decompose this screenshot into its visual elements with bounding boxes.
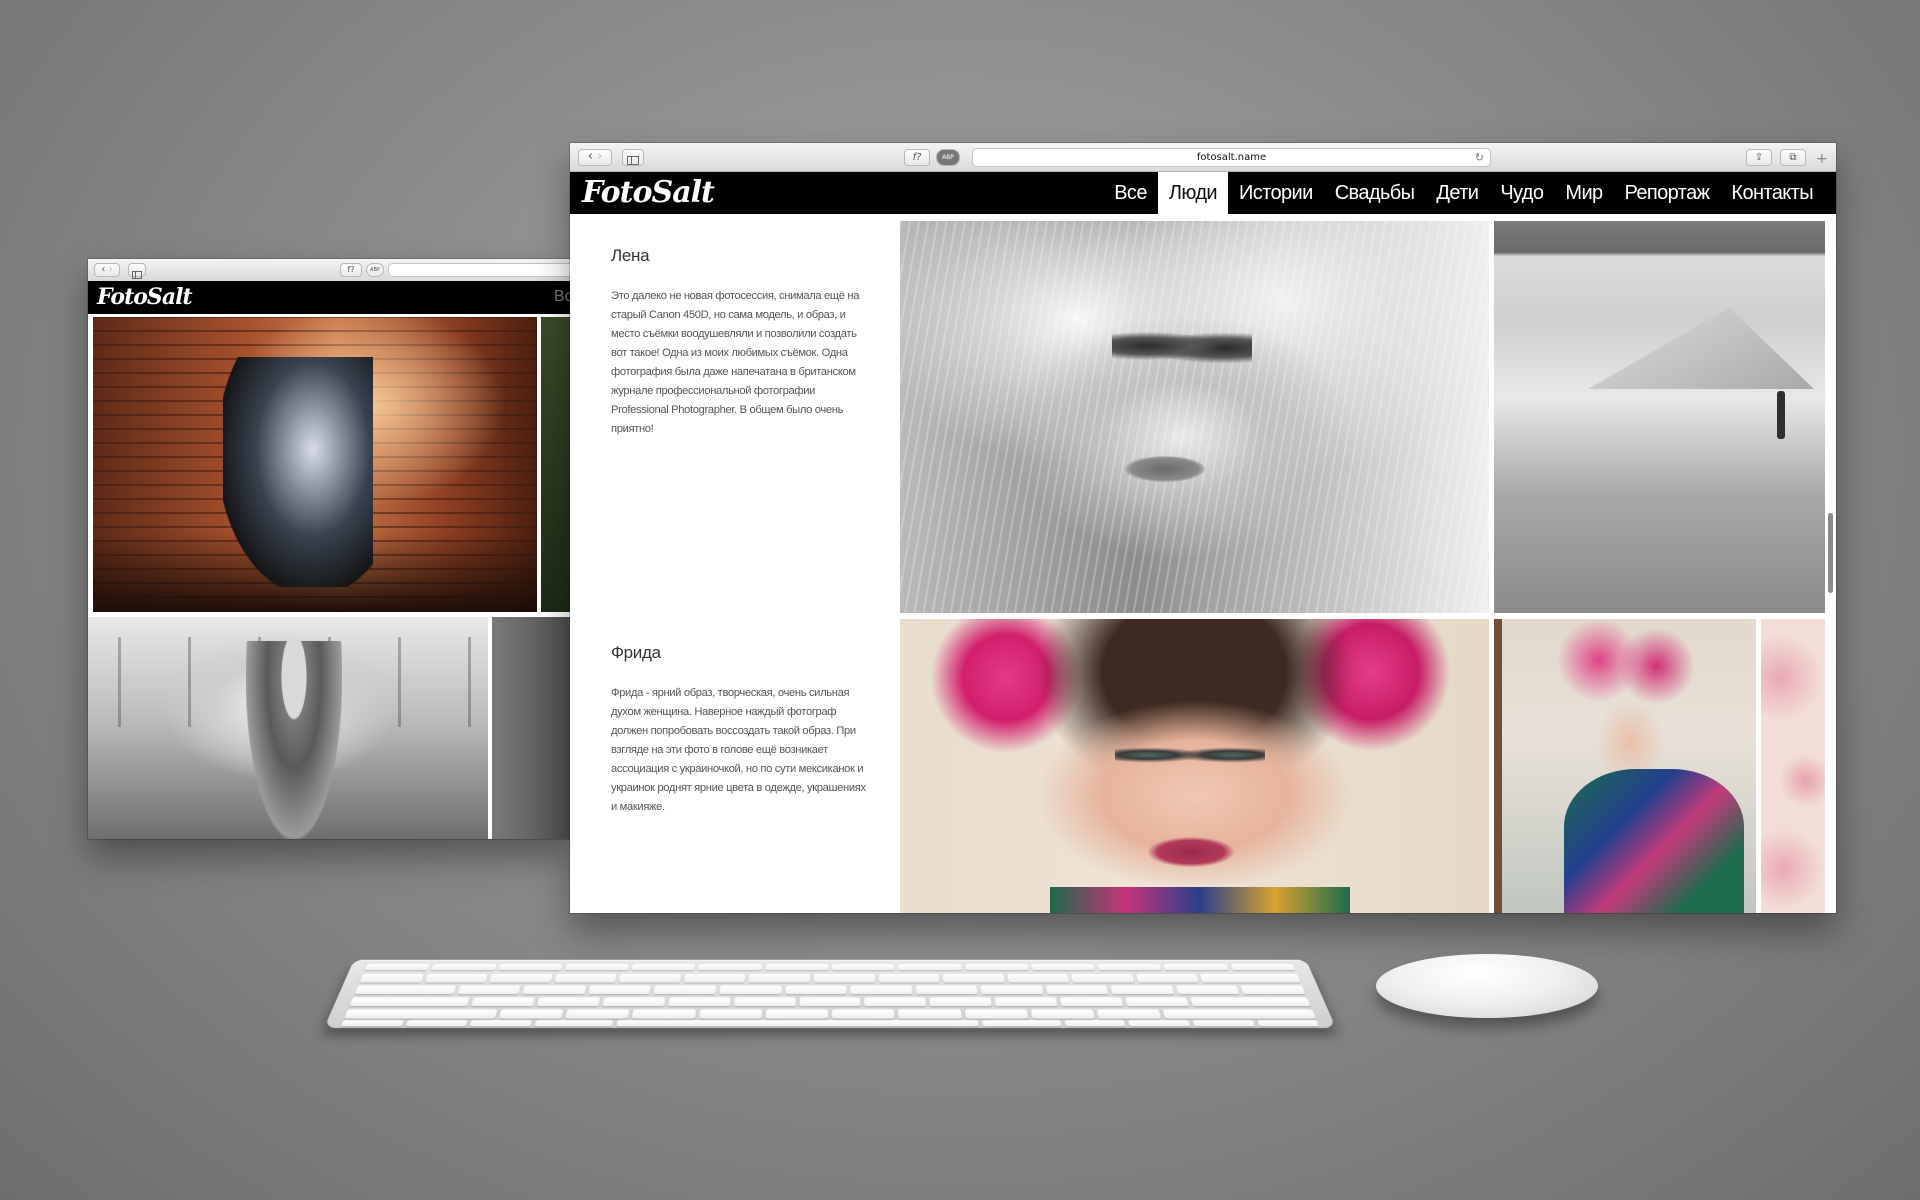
photo-blonde-portrait[interactable] — [900, 221, 1489, 613]
nav-item-1[interactable]: Люди — [1157, 172, 1228, 214]
photo-eyes — [1112, 326, 1252, 366]
story-text-frida: Фрида - ярний образ, творческая, очень с… — [611, 687, 866, 813]
adblock-button[interactable]: ABP — [366, 263, 384, 277]
photo-frida-seated[interactable] — [1494, 619, 1756, 913]
photo-man-bowtie[interactable] — [88, 617, 488, 839]
photo-frida-eyes — [1115, 739, 1265, 771]
keyboard-row — [340, 1020, 1320, 1027]
photo-frida-closeup[interactable] — [900, 619, 1489, 913]
photo-green-partial[interactable] — [541, 317, 570, 612]
photo-lips — [1125, 456, 1205, 482]
nav-item-8[interactable]: Контакты — [1720, 172, 1824, 214]
photo-hair-strands — [900, 221, 1489, 613]
back-forward-buttons[interactable]: ‹ › — [578, 149, 612, 166]
nav-item-0[interactable]: Все — [1103, 172, 1158, 214]
photo-bw-partial[interactable] — [492, 617, 570, 839]
keyboard-row — [359, 973, 1301, 983]
share-button[interactable]: ⇪ — [1746, 149, 1772, 166]
chevron-left-icon[interactable]: ‹ — [588, 149, 593, 164]
nav-item-7[interactable]: Репортаж — [1614, 172, 1721, 214]
adblock-label: ABP — [370, 267, 380, 273]
share-icon: ⇪ — [1754, 152, 1764, 163]
photo-window-frame — [1494, 619, 1502, 913]
story-text-lena: Это далеко не новая фотосессия, снимала … — [611, 290, 860, 435]
photo-frida-shawl — [1050, 887, 1350, 913]
photo-frida-dress — [1564, 769, 1744, 913]
back-site-navbar: FotoSalt Вс — [88, 281, 570, 314]
photo-person — [1777, 391, 1785, 439]
back-address-bar[interactable] — [388, 263, 570, 277]
sidebar-icon — [627, 156, 639, 165]
back-site-logo[interactable]: FotoSalt — [97, 284, 193, 310]
reader-label: f? — [912, 152, 922, 163]
photo-brick-wall-woman[interactable] — [93, 317, 537, 612]
page-scrollbar[interactable] — [1828, 513, 1833, 593]
keyboard-row — [349, 997, 1311, 1007]
nav-item-4[interactable]: Дети — [1425, 172, 1489, 214]
url-text: fotosalt.name — [1196, 152, 1267, 163]
photo-man-figure — [246, 641, 342, 839]
photo-figure — [223, 357, 373, 587]
keyboard-row — [364, 963, 1296, 971]
back-nav-item-partial[interactable]: Вс — [554, 288, 570, 306]
photo-floral-wallpaper[interactable] — [1761, 619, 1825, 913]
back-button[interactable]: ‹ › — [94, 263, 120, 277]
reader-label: f? — [347, 265, 355, 274]
sidebar-icon — [132, 271, 142, 279]
adblock-label: ABP — [942, 154, 954, 161]
new-tab-button[interactable]: + — [1816, 151, 1828, 167]
main-browser-window: ‹ › f? ABP fotosalt.name ↻ ⇪ ⧉ + FotoSal… — [570, 143, 1836, 913]
tabs-button[interactable]: ⧉ — [1780, 149, 1806, 166]
nav-item-5[interactable]: Чудо — [1489, 172, 1554, 214]
sidebar-button[interactable] — [128, 263, 146, 279]
mouse — [1376, 954, 1598, 1018]
keyboard-row — [343, 1009, 1317, 1019]
keyboard — [324, 959, 1336, 1028]
nav-item-3[interactable]: Свадьбы — [1324, 172, 1426, 214]
site-navbar: FotoSalt Все Люди Истории Свадьбы Дети Чудо Ми… — [570, 172, 1836, 214]
story-title-lena: Лена — [611, 246, 650, 265]
keyboard-row — [354, 985, 1306, 995]
chevron-left-icon: ‹ — [101, 264, 106, 275]
chevron-right-icon: › — [108, 264, 113, 275]
sidebar-button[interactable] — [622, 149, 644, 166]
site-logo[interactable]: FotoSalt — [582, 175, 715, 210]
reader-button[interactable]: f? — [904, 149, 930, 166]
browser-toolbar: ‹ › f? ABP fotosalt.name ↻ ⇪ ⧉ + — [570, 143, 1836, 172]
address-bar[interactable]: fotosalt.name ↻ — [972, 148, 1491, 167]
adblock-button[interactable]: ABP — [936, 149, 960, 166]
photo-gravel-pile — [1574, 269, 1814, 389]
reload-icon[interactable]: ↻ — [1475, 149, 1484, 166]
photo-frida-lips — [1148, 837, 1234, 867]
photo-gravel-landscape[interactable] — [1494, 221, 1825, 613]
nav-item-2[interactable]: Истории — [1228, 172, 1324, 214]
nav-item-6[interactable]: Мир — [1554, 172, 1613, 214]
back-browser-window: ‹ › f? ABP FotoSalt Вс — [88, 259, 570, 839]
chevron-right-icon[interactable]: › — [597, 149, 602, 164]
nav-menu: Все Люди Истории Свадьбы Дети Чудо Мир Репортаж… — [1103, 172, 1824, 214]
reader-button[interactable]: f? — [340, 263, 362, 277]
tabs-icon: ⧉ — [1789, 152, 1797, 163]
back-browser-toolbar: ‹ › f? ABP — [88, 259, 570, 282]
story-title-frida: Фрида — [611, 643, 661, 662]
